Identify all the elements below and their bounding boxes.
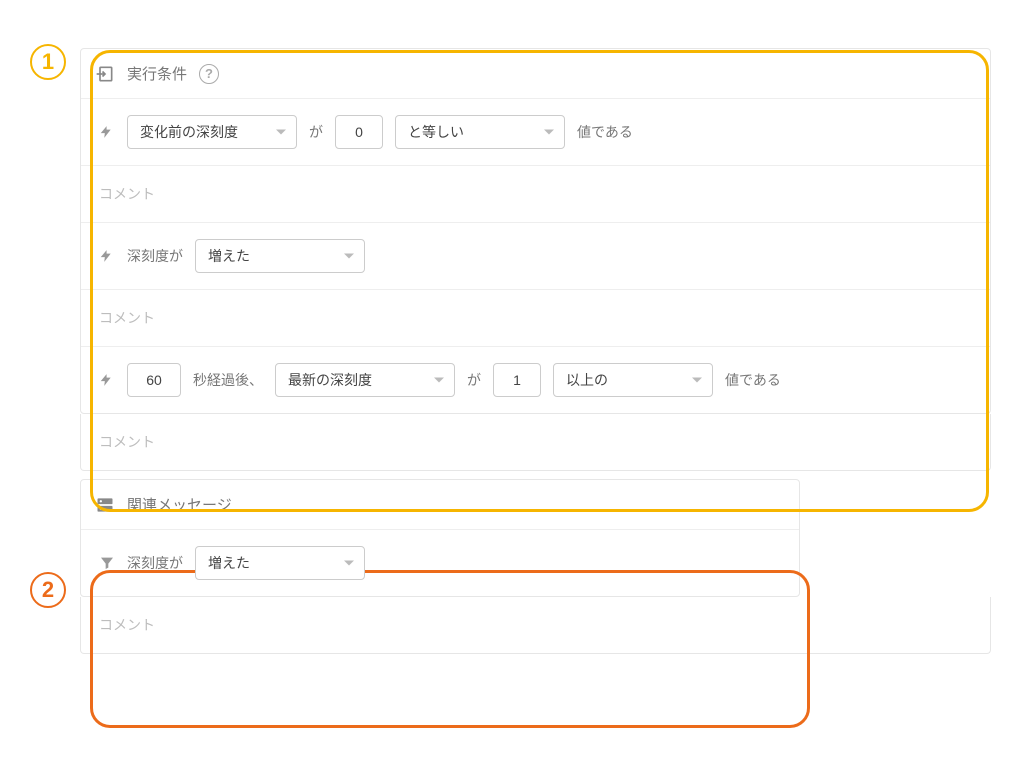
annotation-badge-1: 1 <box>30 44 66 80</box>
stack-icon <box>95 495 115 515</box>
text-suffix: 値である <box>577 122 633 142</box>
operator-select[interactable]: と等しい <box>395 115 565 149</box>
related-row: 深刻度が 増えた <box>81 529 799 596</box>
bolt-icon <box>99 249 115 263</box>
related-select[interactable]: 増えた <box>195 546 365 580</box>
value-input-1[interactable] <box>493 363 541 397</box>
condition-row-1: 変化前の深刻度 が と等しい 値である <box>81 98 990 165</box>
select-label: 最新の深刻度 <box>288 370 372 390</box>
enter-icon <box>95 64 115 84</box>
related-title: 関連メッセージ <box>127 494 232 515</box>
text-ga-2: が <box>467 370 481 390</box>
comment-field-3[interactable]: コメント <box>80 414 991 471</box>
annotation-badge-2: 2 <box>30 572 66 608</box>
text-seconds-after: 秒経過後、 <box>193 370 263 390</box>
comment-field-4[interactable]: コメント <box>80 597 991 654</box>
select-label: 増えた <box>208 553 250 573</box>
bolt-icon <box>99 125 115 139</box>
text-ga: が <box>309 122 323 142</box>
condition-row-2: 深刻度が 増えた <box>81 222 990 289</box>
select-label: 増えた <box>208 246 250 266</box>
comment-field-1[interactable]: コメント <box>81 165 990 222</box>
severity-change-select[interactable]: 増えた <box>195 239 365 273</box>
related-header: 関連メッセージ <box>81 480 799 529</box>
select-label: と等しい <box>408 122 464 142</box>
seconds-input[interactable] <box>127 363 181 397</box>
bolt-icon <box>99 373 115 387</box>
filter-icon <box>99 555 115 571</box>
condition-row-3: 秒経過後、 最新の深刻度 が 以上の 値である <box>81 346 990 413</box>
related-prefix: 深刻度が <box>127 553 183 573</box>
value-input-0[interactable] <box>335 115 383 149</box>
text-suffix-2: 値である <box>725 370 781 390</box>
comment-field-2[interactable]: コメント <box>81 289 990 346</box>
help-icon[interactable]: ? <box>199 64 219 84</box>
select-label: 以上の <box>566 370 608 390</box>
select-label: 変化前の深刻度 <box>140 122 238 142</box>
text-severity-prefix: 深刻度が <box>127 246 183 266</box>
conditions-header: 実行条件 ? <box>81 49 990 98</box>
latest-severity-select[interactable]: 最新の深刻度 <box>275 363 455 397</box>
related-panel: 関連メッセージ 深刻度が 増えた <box>80 479 800 597</box>
conditions-title: 実行条件 <box>127 63 187 84</box>
conditions-panel: 実行条件 ? 変化前の深刻度 が と等しい 値である コメント 深刻度が <box>80 48 991 414</box>
prev-severity-select[interactable]: 変化前の深刻度 <box>127 115 297 149</box>
operator-select-2[interactable]: 以上の <box>553 363 713 397</box>
